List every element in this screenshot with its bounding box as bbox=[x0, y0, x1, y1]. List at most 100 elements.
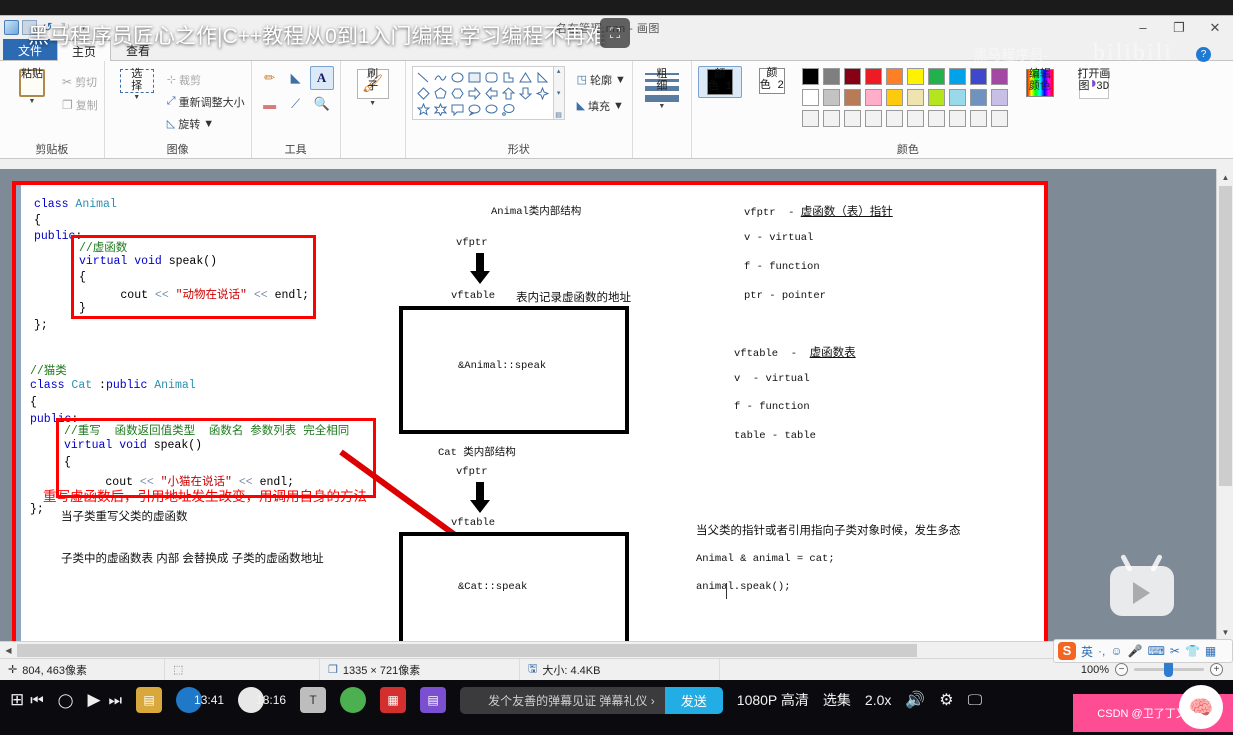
size-button[interactable]: 粗 细 ▼ bbox=[639, 66, 685, 110]
palette-swatch-2-7[interactable] bbox=[948, 110, 966, 127]
shape-thought-callout-icon[interactable] bbox=[500, 101, 517, 117]
paint-app-icon[interactable] bbox=[4, 20, 19, 35]
palette-swatch-0-3[interactable] bbox=[864, 68, 882, 85]
palette-swatch-1-0[interactable] bbox=[801, 89, 819, 106]
shape-six-point-star-icon[interactable] bbox=[432, 101, 449, 117]
palette-swatch-0-9[interactable] bbox=[990, 68, 1008, 85]
restore-button[interactable]: ❐ bbox=[1161, 16, 1197, 39]
palette-swatch-1-1[interactable] bbox=[822, 89, 840, 106]
palette-swatch-2-4[interactable] bbox=[885, 110, 903, 127]
crop-button[interactable]: ⊹ 裁剪 bbox=[167, 70, 245, 89]
palette-swatch-2-8[interactable] bbox=[969, 110, 987, 127]
zoom-control[interactable]: 100% − + bbox=[1081, 662, 1233, 677]
shape-oval-callout-icon[interactable] bbox=[466, 101, 483, 117]
color-picker-icon[interactable]: ⟋ bbox=[284, 92, 308, 116]
bilibili-play-logo[interactable] bbox=[1106, 553, 1178, 616]
eraser-icon[interactable]: ▬ bbox=[258, 92, 282, 116]
shape-rounded-rect-icon[interactable] bbox=[483, 69, 500, 85]
shape-rounded-callout-icon[interactable] bbox=[449, 101, 466, 117]
green-app-icon[interactable] bbox=[340, 687, 367, 713]
scroll-up-icon[interactable]: ▲ bbox=[1217, 169, 1233, 186]
send-button[interactable]: 发送 bbox=[664, 686, 723, 714]
picture-in-picture-icon[interactable]: 🖵 bbox=[968, 692, 982, 709]
shape-gallery-scroll[interactable]: ▴ ▾ ▤ bbox=[553, 66, 565, 120]
shape-left-arrow-icon[interactable] bbox=[483, 85, 500, 101]
outline-button[interactable]: ◳ 轮廓 ▼ bbox=[577, 70, 626, 89]
shape-right-arrow-icon[interactable] bbox=[466, 85, 483, 101]
previous-icon[interactable]: ⏮ bbox=[30, 692, 44, 709]
magnifier-icon[interactable]: 🔍 bbox=[310, 92, 334, 116]
palette-swatch-0-1[interactable] bbox=[822, 68, 840, 85]
rotate-caret-icon[interactable]: ▼ bbox=[203, 118, 214, 130]
palette-swatch-0-2[interactable] bbox=[843, 68, 861, 85]
purple-app-icon[interactable]: ▤ bbox=[420, 687, 447, 713]
ime-keyboard-icon[interactable]: ⌨ bbox=[1148, 644, 1165, 658]
brushes-button[interactable]: 🖌 刷 子 ▼ bbox=[347, 66, 399, 107]
rotate-button[interactable]: ◺ 旋转 ▼ bbox=[167, 114, 245, 133]
palette-swatch-0-0[interactable] bbox=[801, 68, 819, 85]
palette-swatch-2-2[interactable] bbox=[843, 110, 861, 127]
web-fullscreen-icon[interactable]: ⛶ bbox=[600, 18, 630, 48]
episodes-button[interactable]: 选集 bbox=[823, 690, 851, 710]
zoom-in-button[interactable]: + bbox=[1210, 663, 1223, 676]
shape-curve-icon[interactable] bbox=[432, 69, 449, 85]
shape-down-arrow-icon[interactable] bbox=[517, 85, 534, 101]
palette-swatch-1-6[interactable] bbox=[927, 89, 945, 106]
open-paint3d-button[interactable]: ◗ 打开画 图 3D bbox=[1070, 66, 1118, 99]
text-icon[interactable]: A bbox=[309, 66, 334, 90]
shape-up-arrow-icon[interactable] bbox=[500, 85, 517, 101]
color1-button[interactable]: 颜 色 1 bbox=[697, 66, 742, 98]
palette-swatch-2-0[interactable] bbox=[801, 110, 819, 127]
gear-icon[interactable]: ⚙ bbox=[939, 690, 953, 710]
scroll-left-icon[interactable]: ◀ bbox=[0, 642, 17, 658]
palette-swatch-0-7[interactable] bbox=[948, 68, 966, 85]
palette-swatch-1-5[interactable] bbox=[906, 89, 924, 106]
select-caret-icon[interactable]: ▼ bbox=[133, 94, 140, 101]
palette-swatch-2-3[interactable] bbox=[864, 110, 882, 127]
brushes-caret-icon[interactable]: ▼ bbox=[369, 100, 376, 107]
fill-icon[interactable]: ◣ bbox=[284, 66, 308, 90]
sogou-logo-icon[interactable]: S bbox=[1058, 642, 1076, 660]
color2-button[interactable]: 颜 色 2 bbox=[750, 66, 794, 96]
paste-caret-icon[interactable]: ▼ bbox=[29, 98, 36, 105]
shape-diamond-icon[interactable] bbox=[415, 85, 432, 101]
image-canvas[interactable]: class Animal { public: //虚函数 virtual voi… bbox=[12, 181, 1048, 658]
window-controls[interactable]: – ❐ ✕ bbox=[1125, 16, 1233, 39]
vertical-scrollbar[interactable]: ▲ ▼ bbox=[1216, 169, 1233, 658]
speed-button[interactable]: 2.0x bbox=[865, 692, 891, 708]
shape-cloud-callout-icon[interactable] bbox=[483, 101, 500, 117]
danmaku-input[interactable]: 发个友善的弹幕见证 弹幕礼仪 › 发送 bbox=[460, 686, 723, 714]
close-button[interactable]: ✕ bbox=[1197, 16, 1233, 39]
red-app-icon[interactable]: ▦ bbox=[380, 687, 407, 713]
palette-swatch-0-4[interactable] bbox=[885, 68, 903, 85]
shape-rectangle-icon[interactable] bbox=[466, 69, 483, 85]
text-icon[interactable]: T bbox=[300, 687, 327, 713]
shape-triangle-icon[interactable] bbox=[517, 69, 534, 85]
windows-icon[interactable]: ⊞ bbox=[10, 690, 24, 710]
help-icon[interactable]: ? bbox=[1196, 47, 1211, 62]
color-palette[interactable] bbox=[801, 66, 1010, 129]
ime-emoji-icon[interactable]: ☺ bbox=[1110, 644, 1122, 658]
quality-button[interactable]: 1080P 高清 bbox=[737, 690, 809, 710]
shape-four-point-star-icon[interactable] bbox=[534, 85, 551, 101]
minimize-button[interactable]: – bbox=[1125, 16, 1161, 39]
palette-swatch-1-7[interactable] bbox=[948, 89, 966, 106]
cut-button[interactable]: ✂ 剪切 bbox=[62, 72, 98, 91]
ime-skin-icon[interactable]: 👕 bbox=[1185, 644, 1200, 658]
canvas-area[interactable]: class Animal { public: //虚函数 virtual voi… bbox=[0, 169, 1233, 658]
shape-gallery[interactable] bbox=[411, 66, 554, 120]
palette-swatch-0-5[interactable] bbox=[906, 68, 924, 85]
volume-icon[interactable]: 🔊 bbox=[905, 690, 925, 710]
shape-polygon-icon[interactable] bbox=[500, 69, 517, 85]
shape-right-triangle-icon[interactable] bbox=[534, 69, 551, 85]
palette-swatch-2-9[interactable] bbox=[990, 110, 1008, 127]
next-icon[interactable]: ⏭ bbox=[109, 692, 123, 709]
vscroll-thumb[interactable] bbox=[1219, 186, 1232, 486]
zoom-slider-thumb[interactable] bbox=[1164, 662, 1173, 677]
ime-punctuation-icon[interactable]: ·, bbox=[1098, 644, 1105, 658]
shape-line-icon[interactable] bbox=[415, 69, 432, 85]
ime-screenshot-icon[interactable]: ✂ bbox=[1170, 644, 1180, 658]
palette-swatch-1-4[interactable] bbox=[885, 89, 903, 106]
copy-button[interactable]: ❐ 复制 bbox=[62, 95, 98, 114]
shape-oval-icon[interactable] bbox=[449, 69, 466, 85]
